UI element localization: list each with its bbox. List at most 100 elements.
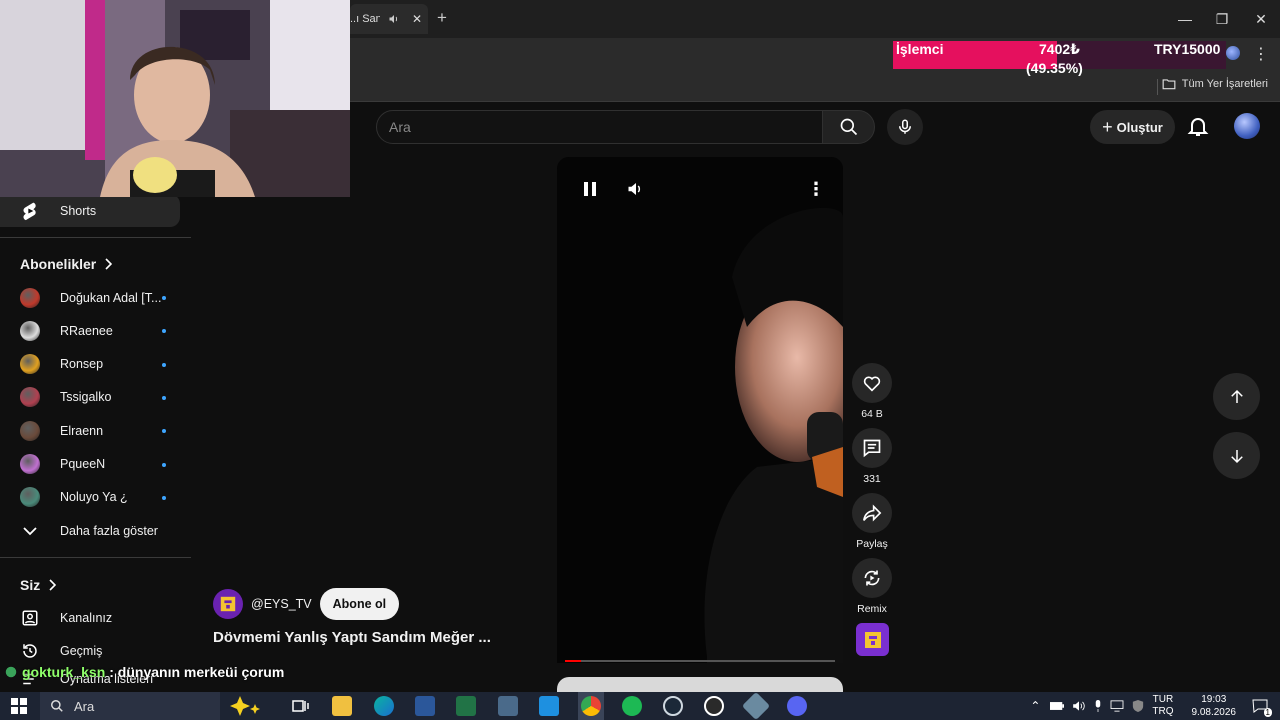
minimize-button[interactable]: — xyxy=(1175,9,1195,29)
taskbar-search-label: Ara xyxy=(74,698,95,714)
show-more-button[interactable]: Daha fazla göster xyxy=(0,514,180,547)
microphone-icon[interactable] xyxy=(1094,700,1102,712)
clock-time: 19:03 xyxy=(1201,694,1227,705)
short-video-player[interactable]: ⋮ xyxy=(557,157,843,663)
sidebar-subscription-item[interactable]: Ronsep xyxy=(0,348,180,381)
webcam-overlay xyxy=(0,0,350,197)
history-icon xyxy=(20,642,40,660)
chevron-up-icon[interactable]: ⌃ xyxy=(1030,699,1040,713)
store-icon[interactable] xyxy=(539,696,559,716)
steam-icon[interactable] xyxy=(663,696,683,716)
new-tab-button[interactable]: + xyxy=(433,9,451,27)
search-icon xyxy=(839,117,859,137)
subscription-name: Noluyo Ya ¿ xyxy=(60,490,128,505)
battery-icon[interactable] xyxy=(1050,701,1065,711)
taskbar-search[interactable]: Ara xyxy=(40,692,220,720)
notifications-bell-icon[interactable] xyxy=(1186,114,1210,138)
tab-close-icon[interactable]: ✕ xyxy=(412,12,422,26)
spotify-icon[interactable] xyxy=(622,696,642,716)
obs-icon[interactable] xyxy=(704,696,724,716)
channel-avatar-icon xyxy=(20,320,40,341)
sidebar-subscription-item[interactable]: Noluyo Ya ¿ xyxy=(0,481,180,514)
like-button[interactable] xyxy=(852,363,892,403)
chat-message-overlay: gokturk_ksn : dünyanın merkeüi çorum xyxy=(4,664,284,680)
heart-icon xyxy=(862,374,882,392)
word-icon[interactable] xyxy=(415,696,435,716)
subscription-name: RRaenee xyxy=(60,323,113,338)
close-window-button[interactable]: ✕ xyxy=(1251,9,1271,29)
subscription-avatar xyxy=(20,454,40,474)
create-label: Oluştur xyxy=(1116,119,1163,135)
sidebar-subscription-item[interactable]: Doğukan Adal [T... xyxy=(0,281,180,314)
all-bookmarks-button[interactable]: Tüm Yer İşaretleri xyxy=(1162,78,1268,90)
sidebar-subscription-item[interactable]: PqueeN xyxy=(0,448,180,481)
search-box[interactable] xyxy=(376,110,823,144)
speaker-icon[interactable] xyxy=(388,13,400,25)
sidebar-item-channel[interactable]: Kanalınız xyxy=(0,601,180,634)
clock[interactable]: 19:03 9.08.2026 xyxy=(1192,693,1237,719)
app-icon[interactable] xyxy=(741,691,771,720)
new-content-dot xyxy=(162,395,166,400)
discord-icon[interactable] xyxy=(787,696,807,716)
excel-icon[interactable] xyxy=(456,696,476,716)
subscribe-button[interactable]: Abone ol xyxy=(319,588,400,620)
speaker-icon[interactable] xyxy=(1072,700,1086,712)
windows-taskbar: Ara ⌃ TUR TRQ 19:03 9.08.2026 1 xyxy=(0,691,1280,720)
channel-handle[interactable]: @EYS_TV xyxy=(251,597,312,611)
search-icon xyxy=(50,699,64,713)
channel-logo-icon xyxy=(863,630,883,650)
video-title[interactable]: Dövmemi Yanlış Yaptı Sandım Meğer ... xyxy=(213,629,491,646)
subscriptions-header[interactable]: Abonelikler xyxy=(20,256,113,272)
search-button[interactable] xyxy=(822,110,875,144)
channel-avatar-icon xyxy=(20,454,40,474)
browser-menu-icon[interactable]: ⋮ xyxy=(1253,44,1269,64)
file-explorer-icon[interactable] xyxy=(332,696,352,716)
sidebar-item-label: Shorts xyxy=(60,203,97,218)
maximize-button[interactable]: ❐ xyxy=(1212,9,1232,29)
notification-icon[interactable]: 1 xyxy=(1252,699,1272,717)
search-input[interactable] xyxy=(377,111,822,143)
input-language[interactable]: TUR TRQ xyxy=(1152,694,1173,718)
chat-icon xyxy=(4,665,18,679)
cpu-donation-overlay: İşlemci 7402₺ (49.35%) TRY15000 xyxy=(893,41,1226,76)
sidebar-item-label: Geçmiş xyxy=(60,643,103,658)
subscription-name: Ronsep xyxy=(60,357,104,372)
shorts-icon xyxy=(20,201,40,221)
webcam-image xyxy=(0,0,350,197)
you-header[interactable]: Siz xyxy=(20,577,57,593)
microphone-icon xyxy=(896,118,914,136)
browser-tab[interactable]: ..ı Sandı ✕ xyxy=(350,4,428,34)
edge-icon[interactable] xyxy=(374,696,394,716)
channel-avatar[interactable] xyxy=(213,589,243,619)
share-button[interactable] xyxy=(852,493,892,533)
channel-thumbnail[interactable] xyxy=(856,623,889,656)
comment-button[interactable] xyxy=(852,428,892,468)
sidebar-subscription-item[interactable]: Tssigalko xyxy=(0,381,180,414)
task-view-icon[interactable] xyxy=(290,696,310,716)
volume-icon[interactable] xyxy=(627,181,645,197)
video-progress-bar[interactable] xyxy=(565,660,835,662)
remix-button[interactable] xyxy=(852,558,892,598)
sidebar-item-history[interactable]: Geçmiş xyxy=(0,634,180,667)
pause-icon[interactable] xyxy=(583,181,597,197)
system-tray: ⌃ TUR TRQ 19:03 9.08.2026 1 xyxy=(1030,692,1280,720)
sidebar-subscription-item[interactable]: Elraenn xyxy=(0,414,180,447)
sidebar-item-shorts[interactable]: Shorts xyxy=(0,194,180,227)
new-content-dot xyxy=(162,329,166,334)
profile-avatar-small[interactable] xyxy=(1226,46,1240,60)
copilot-sparkle-icon[interactable] xyxy=(228,696,262,716)
subscription-avatar xyxy=(20,487,40,508)
voice-search-button[interactable] xyxy=(887,109,923,145)
sidebar-subscription-item[interactable]: RRaenee xyxy=(0,314,180,347)
more-options-icon[interactable]: ⋮ xyxy=(807,179,825,200)
next-short-button[interactable] xyxy=(1213,432,1260,479)
network-icon[interactable] xyxy=(1110,700,1124,712)
windows-start-icon[interactable] xyxy=(11,698,27,714)
calculator-icon[interactable] xyxy=(498,696,518,716)
chevron-right-icon xyxy=(104,258,113,270)
shield-icon[interactable] xyxy=(1132,700,1144,712)
youtube-avatar[interactable] xyxy=(1234,113,1260,139)
previous-short-button[interactable] xyxy=(1213,373,1260,420)
create-button[interactable]: + Oluştur xyxy=(1090,110,1175,144)
chrome-icon[interactable] xyxy=(581,696,601,716)
